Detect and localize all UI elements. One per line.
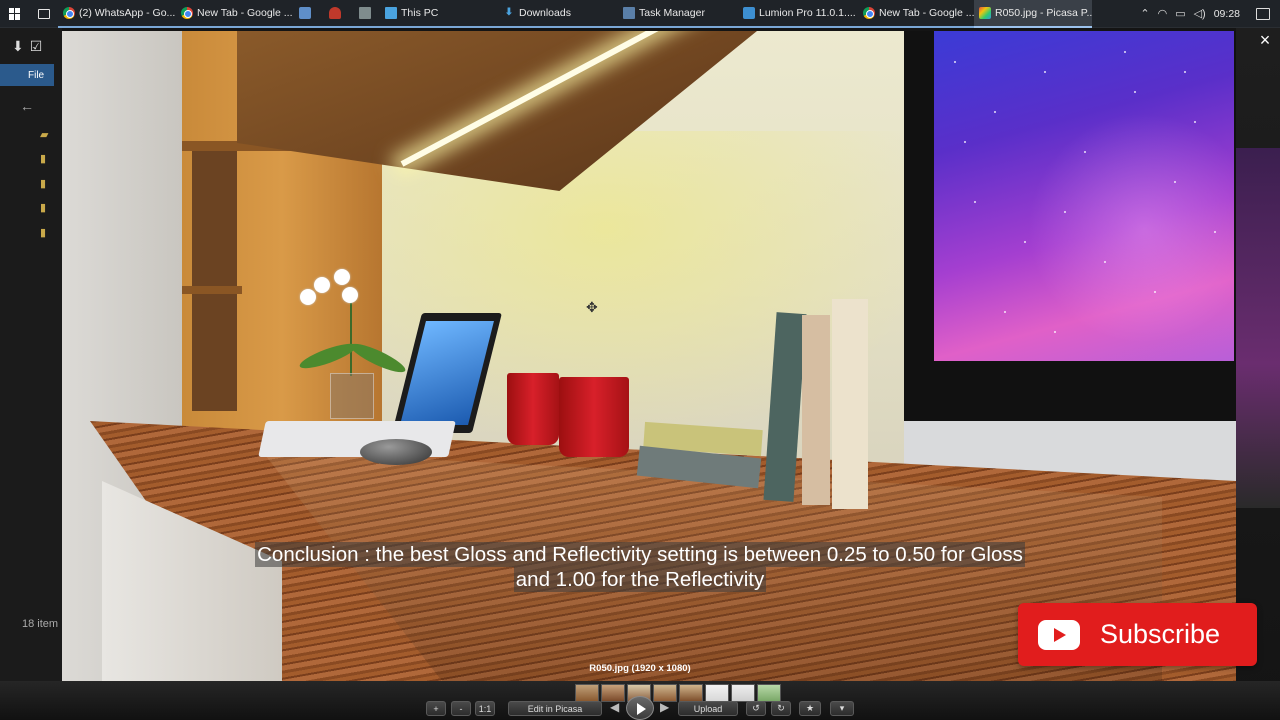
pencil-cup <box>559 377 629 457</box>
video-caption: Conclusion : the best Gloss and Reflecti… <box>0 542 1280 592</box>
thumbnail-strip <box>575 684 781 702</box>
monitor <box>904 31 1236 521</box>
battery-icon[interactable]: ▭ <box>1175 7 1185 20</box>
more-options-button[interactable]: ▾ <box>830 701 854 716</box>
back-arrow-icon[interactable]: ← <box>0 86 62 122</box>
taskbar-item-picasa[interactable]: R050.jpg - Picasa P... <box>974 0 1092 28</box>
next-arrow-icon[interactable]: ▶ <box>660 700 669 714</box>
taskbar-item-label: New Tab - Google ... <box>197 6 293 19</box>
taskbar-item-this-pc[interactable]: This PC <box>380 0 498 28</box>
folder-icon[interactable]: ▰ <box>40 122 62 147</box>
rotate-right-button[interactable]: ↻ <box>771 701 791 716</box>
downloads-icon: ⬇ <box>504 6 514 18</box>
taskbar-item-label: Lumion Pro 11.0.1.... <box>759 6 856 19</box>
taskbar-item-downloads[interactable]: ⬇ Downloads <box>498 0 618 28</box>
taskbar-item-calculator[interactable] <box>354 0 380 28</box>
pencil-cup <box>507 373 559 445</box>
taskbar-item-label: New Tab - Google ... <box>879 6 974 19</box>
pin-icon[interactable]: ▮ <box>40 171 62 196</box>
pin-icon[interactable]: ▮ <box>40 220 62 245</box>
explorer-toolbar: ⬇ ☑ <box>0 28 62 64</box>
chrome-icon <box>863 6 875 19</box>
explorer-nav-list: ▰ ▮ ▮ ▮ ▮ <box>0 122 62 245</box>
screen: (2) WhatsApp - Go... New Tab - Google ..… <box>0 0 1280 720</box>
taskbar-item-app[interactable] <box>294 0 324 28</box>
this-pc-icon <box>385 6 397 19</box>
picasa-icon <box>979 6 991 19</box>
taskbar-item-label: Downloads <box>519 6 571 19</box>
chrome-icon <box>181 6 193 19</box>
caption-line-2: and 1.00 for the Reflectivity <box>513 567 767 592</box>
rotate-left-button[interactable]: ↺ <box>746 701 766 716</box>
taskbar-item-label: (2) WhatsApp - Go... <box>79 6 176 19</box>
download-icon[interactable]: ⬇ <box>12 38 24 55</box>
taskbar-item-new-tab[interactable]: New Tab - Google ... <box>176 0 294 28</box>
previous-arrow-icon[interactable]: ◀ <box>610 700 619 714</box>
actual-size-button[interactable]: 1:1 <box>475 701 495 716</box>
chrome-icon <box>63 6 75 19</box>
edit-in-picasa-button[interactable]: Edit in Picasa <box>508 701 602 716</box>
volume-icon[interactable]: ◁) <box>1194 7 1206 20</box>
taskbar-item-lumion[interactable]: Lumion Pro 11.0.1.... <box>738 0 858 28</box>
thumbnail[interactable] <box>757 684 781 702</box>
taskbar-item-label: R050.jpg - Picasa P... <box>995 6 1092 19</box>
taskbar-item-app[interactable] <box>324 0 354 28</box>
taskbar-item-label: This PC <box>401 6 439 19</box>
taskbar-item-task-manager[interactable]: Task Manager <box>618 0 738 28</box>
wifi-icon[interactable]: ◠ <box>1158 7 1168 20</box>
youtube-play-icon <box>1038 619 1080 650</box>
star-button[interactable]: ★ <box>799 701 821 716</box>
move-cursor-icon: ✥ <box>586 299 598 315</box>
subscribe-button[interactable]: Subscribe <box>1018 603 1257 666</box>
system-tray: ⌃ ◠ ▭ ◁) 09:28 <box>1140 7 1280 20</box>
plant-pot <box>330 373 374 419</box>
item-count: 18 item <box>22 618 59 630</box>
thumbnail[interactable] <box>731 684 755 702</box>
calculator-icon <box>359 6 371 19</box>
taskbar-item-label: Task Manager <box>639 6 705 19</box>
play-button[interactable] <box>626 696 654 720</box>
file-info: R050.jpg (1920 x 1080) <box>589 663 691 674</box>
subscribe-label: Subscribe <box>1100 619 1221 649</box>
pin-icon[interactable]: ▮ <box>40 196 62 221</box>
notification-icon[interactable] <box>1256 7 1270 20</box>
thumbnail[interactable] <box>575 684 599 702</box>
pin-icon[interactable]: ▮ <box>40 147 62 172</box>
upload-button[interactable]: Upload <box>678 701 738 716</box>
app-icon <box>329 6 341 19</box>
taskbar: (2) WhatsApp - Go... New Tab - Google ..… <box>0 0 1280 28</box>
task-manager-icon <box>623 6 635 19</box>
background-explorer-window: ⬇ ☑ File ← ▰ ▮ ▮ ▮ ▮ 18 item <box>0 28 62 720</box>
app-icon <box>299 6 311 19</box>
caption-line-1: Conclusion : the best Gloss and Reflecti… <box>255 542 1025 567</box>
chevron-up-icon[interactable]: ⌃ <box>1140 7 1149 20</box>
thumbnail[interactable] <box>679 684 703 702</box>
windows-logo-icon <box>9 7 21 20</box>
start-button[interactable] <box>0 0 30 28</box>
mouse <box>360 439 432 465</box>
zoom-out-button[interactable]: - <box>451 701 471 716</box>
taskbar-item-new-tab-2[interactable]: New Tab - Google ... <box>858 0 974 28</box>
taskbar-item-whatsapp[interactable]: (2) WhatsApp - Go... <box>58 0 176 28</box>
zoom-in-button[interactable]: + <box>426 701 446 716</box>
file-tab[interactable]: File <box>0 64 54 86</box>
close-icon[interactable]: × <box>1254 29 1276 51</box>
lumion-icon <box>743 6 755 19</box>
task-view-button[interactable] <box>30 0 58 28</box>
task-view-icon <box>38 8 50 19</box>
clock[interactable]: 09:28 <box>1214 8 1240 20</box>
checkbox-icon[interactable]: ☑ <box>30 38 43 55</box>
thumbnail[interactable] <box>705 684 729 702</box>
